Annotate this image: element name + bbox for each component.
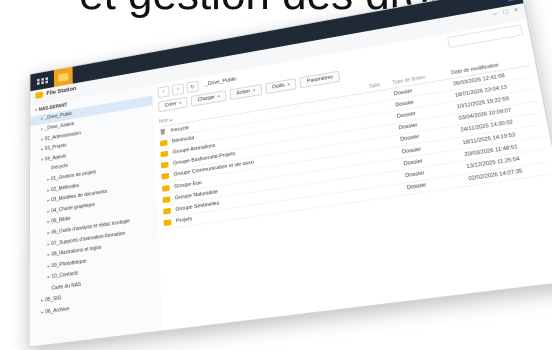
sort-asc-icon: ▴	[169, 116, 173, 123]
file-size-cell	[360, 154, 390, 159]
file-name: Groupe Eau	[174, 179, 202, 190]
file-size-cell	[363, 178, 393, 182]
file-size-cell	[359, 142, 389, 147]
chevron-down-icon: ▾	[252, 87, 256, 93]
sidebar-item-label: #recycle	[50, 163, 69, 172]
file-size-cell	[353, 96, 382, 101]
file-name: Projets	[175, 216, 193, 225]
chevron-down-icon: ▾	[179, 100, 182, 106]
refresh-button[interactable]: ↻	[186, 80, 199, 94]
file-size-cell	[357, 130, 386, 135]
file-name: #recycle	[170, 124, 190, 134]
back-button[interactable]: ‹	[157, 85, 170, 99]
folder-icon	[162, 184, 170, 192]
sidebar-item-label: 06_Archive	[45, 306, 70, 316]
chevron-down-icon: ▾	[287, 81, 290, 87]
file-name: Bénévolat	[171, 135, 195, 145]
file-size-cell	[361, 166, 391, 170]
forward-button[interactable]: ›	[171, 83, 185, 96]
minimize-icon[interactable]: –	[493, 11, 498, 18]
folder-tree: ▾ NAS-SEPANT ▸ _Drive_Public ▸ _Drive_Salarie…	[29, 85, 164, 347]
folder-icon	[163, 207, 171, 215]
create-button[interactable]: Créer ▾	[158, 96, 188, 113]
sidebar-item-label: 05_SIG	[45, 295, 62, 304]
sidebar-item-label: 05_Biblio	[51, 216, 71, 225]
file-station-icon	[35, 91, 44, 99]
close-icon[interactable]: ×	[513, 7, 518, 14]
action-button[interactable]: Action ▾	[229, 84, 263, 101]
chevron-down-icon: ▾	[217, 93, 221, 99]
folder-icon	[160, 150, 169, 158]
file-size-cell	[354, 107, 383, 112]
file-size-cell	[364, 190, 394, 194]
settings-button[interactable]: Paramètres	[299, 70, 341, 89]
folder-icon	[160, 161, 169, 169]
maximize-icon[interactable]: □	[503, 9, 509, 16]
folder-icon	[163, 219, 172, 227]
folder-icon	[161, 173, 170, 180]
current-path[interactable]: _Drive_Public	[205, 77, 237, 88]
window-controls: – □ ×	[493, 7, 519, 18]
screenshot-stage: 👤 File Station – □ × ▾NAS-SEPANT▸_Drive_…	[28, 0, 552, 350]
tools-button[interactable]: Outils ▾	[265, 78, 298, 95]
app-title: File Station	[46, 85, 77, 97]
file-station-window: 👤 File Station – □ × ▾NAS-SEPANT▸_Drive_…	[28, 0, 552, 348]
folder-icon	[162, 196, 171, 203]
file-size-cell	[356, 119, 385, 124]
folder-icon	[159, 139, 168, 147]
upload-button[interactable]: Charger ▾	[191, 90, 227, 107]
recycle-bin-icon	[159, 128, 166, 136]
